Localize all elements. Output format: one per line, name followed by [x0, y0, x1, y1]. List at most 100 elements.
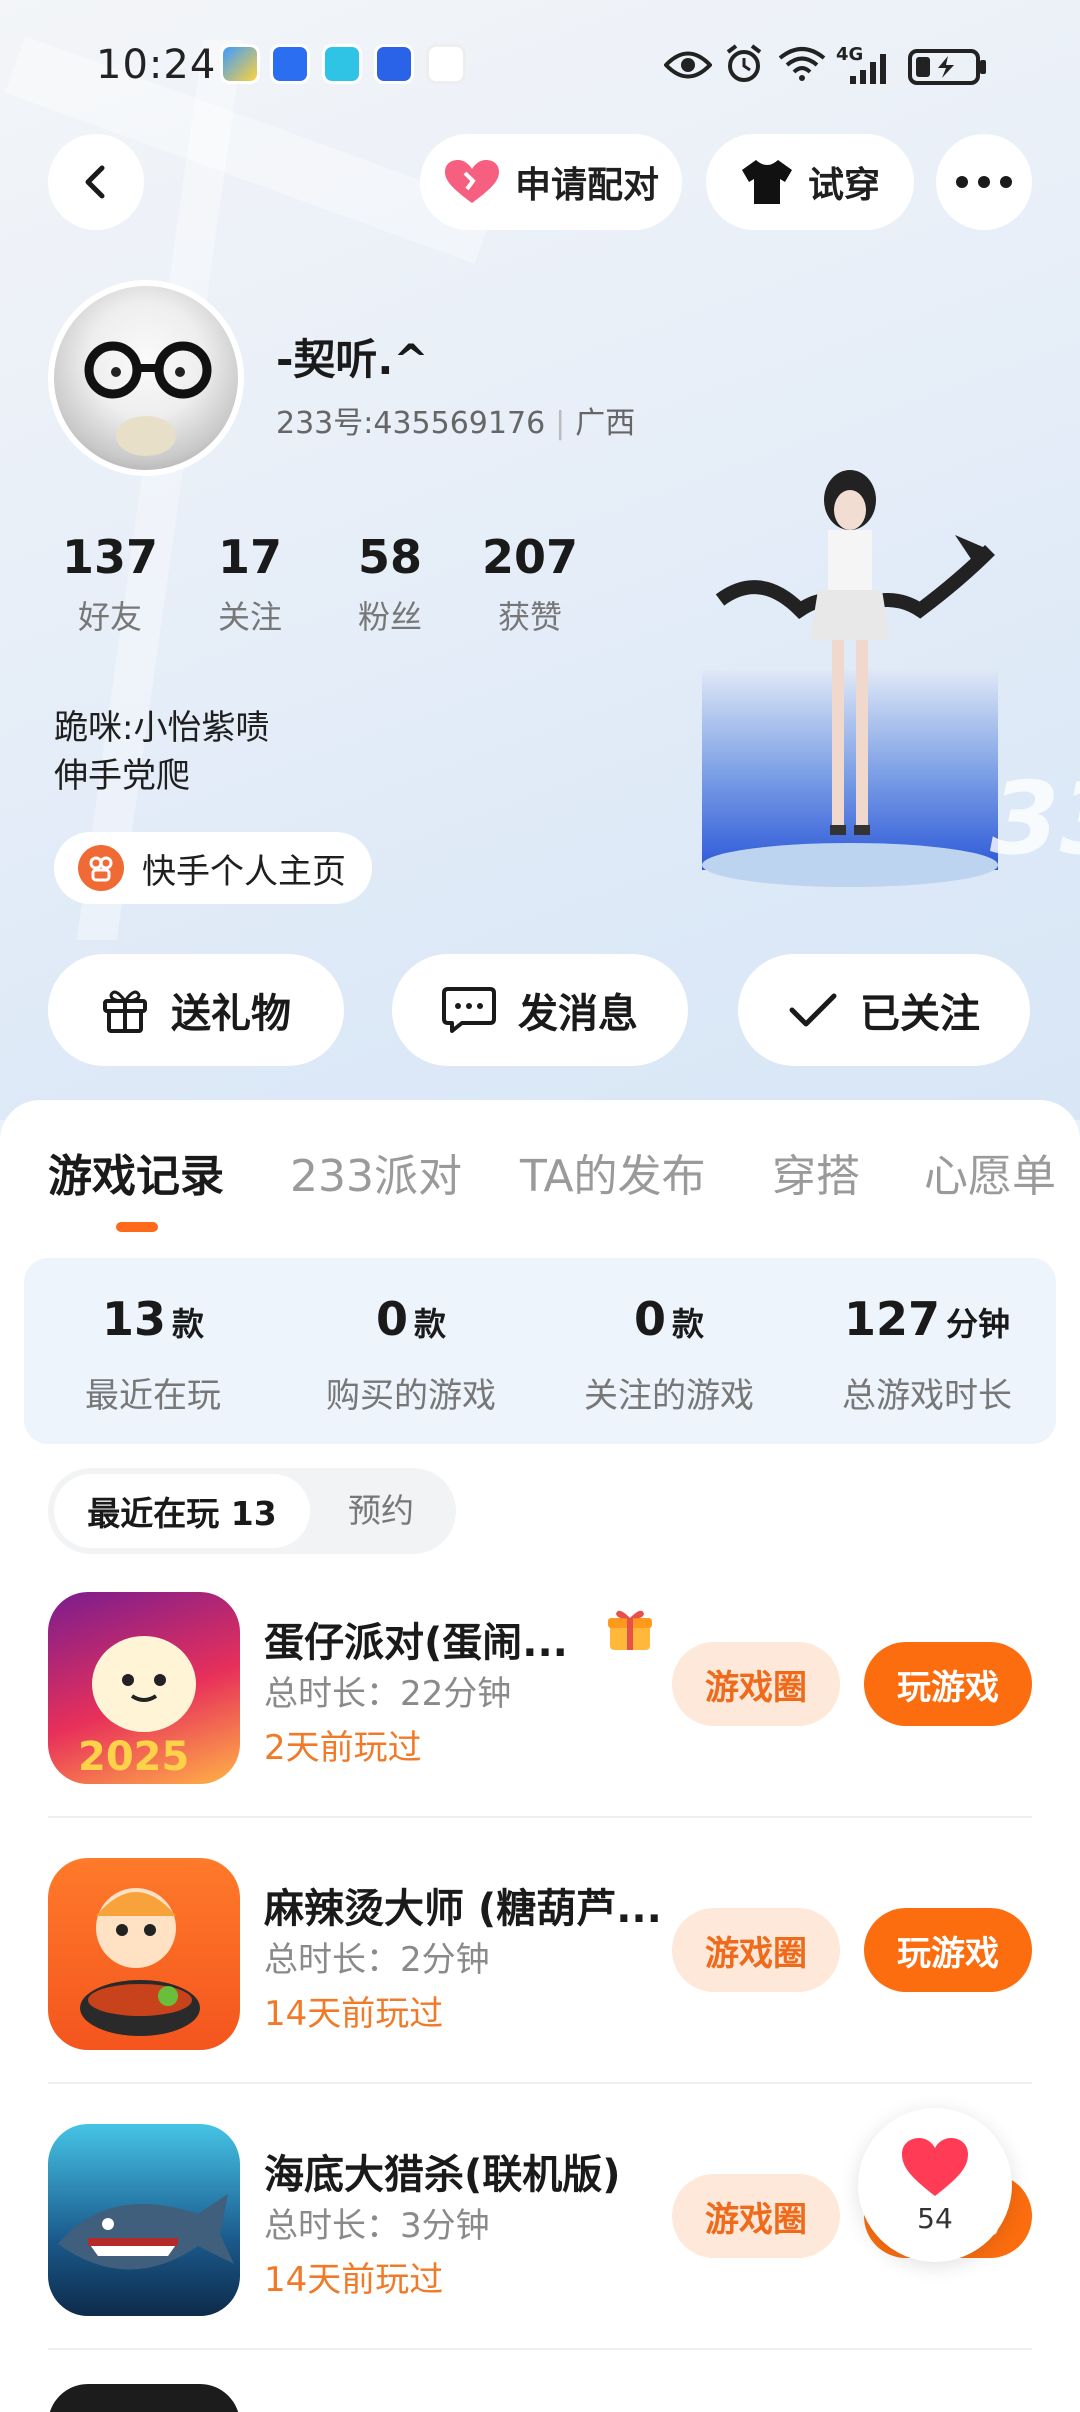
bio-line: 跪咪:小怡紫啧 — [54, 708, 270, 748]
game-duration: 总时长：3分钟 — [264, 2206, 490, 2246]
game-name: 蛋仔派对(蛋闹... — [264, 1620, 568, 1666]
kuaishou-profile-label: 快手个人主页 — [142, 851, 346, 892]
stat-likes[interactable]: 207 获赞 — [460, 530, 600, 650]
more-options-button[interactable] — [936, 134, 1032, 230]
send-message-button[interactable]: 发消息 — [392, 954, 688, 1066]
game-circle-button[interactable]: 游戏圈 — [672, 1908, 840, 1992]
avatar-3d-figure[interactable] — [700, 440, 1000, 890]
summary-label: 关注的游戏 — [584, 1376, 754, 1416]
game-circle-button[interactable]: 游戏圈 — [672, 2174, 840, 2258]
followed-label: 已关注 — [860, 991, 980, 1037]
summary-purchased[interactable]: 0 款购买的游戏 — [282, 1258, 540, 1444]
game-icon-eggy-party: 2025 — [48, 1592, 240, 1784]
send-message-label: 发消息 — [518, 991, 638, 1037]
stat-label: 获赞 — [497, 598, 562, 636]
alarm-icon — [726, 44, 762, 82]
reader-app-icon — [322, 44, 362, 84]
user-region: 广西 — [575, 406, 636, 441]
summary-recent[interactable]: 13 款最近在玩 — [24, 1258, 282, 1444]
game-duration: 总时长：2分钟 — [264, 1940, 490, 1980]
stat-label: 粉丝 — [357, 598, 422, 636]
summary-value: 127 — [843, 1292, 940, 1346]
recent-reserve-toggle: 最近在玩 13 预约 — [48, 1468, 456, 1554]
user-bio: 跪咪:小怡紫啧 伸手党爬 — [54, 704, 269, 800]
tab-ta-posts[interactable]: TA的发布 — [520, 1140, 706, 1204]
app-notification-icon — [220, 44, 260, 84]
chevron-left-icon — [85, 165, 105, 199]
stat-following[interactable]: 17 关注 — [180, 530, 320, 650]
stat-fans[interactable]: 58 粉丝 — [320, 530, 460, 650]
game-name: 麻辣烫大师 (糖葫芦... — [264, 1886, 662, 1932]
message-icon — [442, 987, 496, 1033]
divider — [48, 1816, 1032, 1818]
game-name: 海底大猎杀(联机版) — [264, 2152, 621, 2198]
segment-recent-playing[interactable]: 最近在玩 13 — [54, 1474, 310, 1548]
user-id-line: 233号:435569176 | 广西 — [276, 398, 635, 442]
heart-icon — [902, 2137, 968, 2196]
summary-unit: 款 — [672, 1305, 705, 1343]
profile-stats: 137 好友 17 关注 58 粉丝 207 获赞 — [40, 530, 600, 650]
stat-value: 137 — [61, 530, 159, 584]
divider — [48, 2082, 1032, 2084]
233-watermark: 33 — [990, 760, 1080, 877]
baidu-app-icon — [374, 44, 414, 84]
game-icon-partial — [48, 2384, 240, 2412]
heart-icon — [444, 160, 499, 203]
kuaishou-icon — [78, 845, 124, 891]
eye-icon — [664, 51, 712, 79]
game-circle-button[interactable]: 游戏圈 — [672, 1642, 840, 1726]
summary-followed[interactable]: 0 款关注的游戏 — [540, 1258, 798, 1444]
summary-total-time[interactable]: 127 分钟 总游戏时长 — [798, 1258, 1056, 1444]
check-icon — [789, 993, 837, 1027]
summary-value: 13 — [101, 1292, 166, 1346]
stat-value: 17 — [217, 530, 282, 584]
tab-outfits[interactable]: 穿搭 — [772, 1140, 860, 1204]
game-last-played: 14天前玩过 — [264, 1994, 444, 2034]
game-row[interactable]: 2025 蛋仔派对(蛋闹... 总时长：22分钟 2天前玩过 游戏圈 玩游戏 — [0, 1562, 1080, 1828]
stat-friends[interactable]: 137 好友 — [40, 530, 180, 650]
like-count: 54 — [917, 2201, 953, 2235]
tshirt-icon — [741, 160, 792, 204]
play-game-button[interactable]: 玩游戏 — [864, 1642, 1032, 1726]
gift-icon — [103, 990, 147, 1033]
apply-pair-button[interactable]: 申请配对 — [420, 134, 682, 230]
active-tab-indicator — [116, 1222, 158, 1232]
try-on-button[interactable]: 试穿 — [706, 134, 914, 230]
like-floating-button[interactable]: 54 — [858, 2108, 1012, 2262]
summary-value: 0 — [375, 1292, 408, 1346]
browser-app-icon — [270, 44, 310, 84]
divider — [48, 2348, 1032, 2350]
play-game-button[interactable]: 玩游戏 — [864, 1908, 1032, 1992]
avatar-image-detail — [116, 416, 176, 456]
segment-reserve[interactable]: 预约 — [348, 1468, 414, 1554]
game-last-played: 14天前玩过 — [264, 2260, 444, 2300]
send-gift-button[interactable]: 送礼物 — [48, 954, 344, 1066]
tab-game-records[interactable]: 游戏记录 — [48, 1140, 224, 1204]
svg-text:2025: 2025 — [78, 1734, 189, 1780]
summary-unit: 款 — [414, 1305, 447, 1343]
back-button[interactable] — [48, 134, 144, 230]
kuaishou-profile-link[interactable]: 快手个人主页 — [54, 832, 372, 904]
status-bar: 10:24 4G — [0, 0, 1080, 130]
game-row[interactable]: 麻辣烫大师 (糖葫芦... 总时长：2分钟 14天前玩过 游戏圈 玩游戏 — [0, 1828, 1080, 2094]
followed-button[interactable]: 已关注 — [738, 954, 1030, 1066]
mobile-app-icon — [426, 44, 466, 84]
divider: | — [555, 406, 566, 441]
user-avatar[interactable] — [48, 280, 244, 476]
tab-233-party[interactable]: 233派对 — [290, 1140, 462, 1204]
summary-unit: 款 — [172, 1305, 205, 1343]
game-icon-malatang-master — [48, 1858, 240, 2050]
stat-value: 207 — [481, 530, 579, 584]
status-time: 10:24 — [96, 42, 217, 88]
tab-wishlist[interactable]: 心愿单 — [924, 1140, 1056, 1204]
gift-box-icon[interactable] — [606, 1606, 654, 1652]
wifi-icon — [778, 47, 826, 81]
game-duration: 总时长：22分钟 — [264, 1674, 512, 1714]
battery-icon — [908, 49, 986, 85]
user-id: 233号:435569176 — [276, 406, 546, 441]
summary-label: 最近在玩 — [85, 1376, 221, 1416]
game-summary: 13 款最近在玩 0 款购买的游戏 0 款关注的游戏 127 分钟 总游戏时长 — [24, 1258, 1056, 1444]
send-gift-label: 送礼物 — [171, 991, 291, 1037]
stat-label: 关注 — [217, 598, 282, 636]
signal-icon — [850, 54, 886, 84]
